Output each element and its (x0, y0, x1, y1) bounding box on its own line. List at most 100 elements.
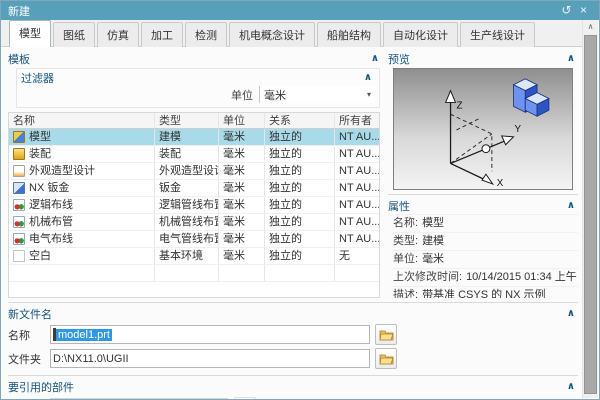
property-row: 描述: 带基准 CSYS 的 NX 示例 (393, 286, 578, 298)
templates-section-header[interactable]: 模板 ∧ (8, 50, 382, 67)
template-name-cell: 模型 (9, 129, 155, 145)
file-name-input[interactable]: model1.prt (50, 325, 370, 344)
tab[interactable]: 检测 (185, 22, 227, 47)
template-row[interactable]: 外观造型设计 外观造型设计 毫米 独立的 NT AU... (9, 163, 379, 180)
reference-part-header[interactable]: 要引用的部件 ∧ (8, 378, 578, 395)
file-name-value: model1.prt (56, 329, 112, 341)
tab[interactable]: 船舶结构 (317, 22, 381, 47)
close-icon[interactable]: × (575, 2, 592, 19)
tab[interactable]: 仿真 (97, 22, 139, 47)
filter-group: 过滤器 ∧ 单位 毫米 ▾ (16, 68, 380, 108)
template-row[interactable]: 模型 建模 毫米 独立的 NT AU... (9, 129, 379, 146)
column-header-name[interactable]: 名称 (9, 113, 155, 128)
tab-bar: 模型 图纸 仿真 加工 检测 机电概念设计 船舶结构 自动化设计 生产线设计 (1, 20, 582, 47)
tab[interactable]: 生产线设计 (460, 22, 535, 47)
template-relationship: 独立的 (265, 146, 335, 162)
template-name-cell: 电气布线 (9, 231, 155, 247)
preview-csys-graphic: Z Y X (394, 69, 572, 189)
template-relationship: 独立的 (265, 214, 335, 230)
template-owner: NT AU... (335, 231, 379, 247)
column-header-units[interactable]: 单位 (219, 113, 265, 128)
new-file-dialog: 新建 ↺ × 模型 图纸 仿真 加工 检测 机电概念设计 船舶结构 自动化设计 … (0, 0, 600, 400)
tab-label: 仿真 (107, 30, 129, 42)
property-value: 带基准 CSYS 的 NX 示例 (422, 288, 545, 298)
dialog-title: 新建 (8, 3, 558, 19)
template-row[interactable]: 机械布管 机械管线布置 毫米 独立的 NT AU... (9, 214, 379, 231)
template-units: 毫米 (219, 146, 265, 162)
property-label: 名称: (393, 216, 418, 231)
template-row[interactable]: 装配 装配 毫米 独立的 NT AU... (9, 146, 379, 163)
empty-row (9, 265, 379, 282)
template-row[interactable]: 电气布线 电气管线布置 毫米 独立的 NT AU... (9, 231, 379, 248)
property-row: 单位: 毫米 (393, 250, 578, 268)
tab[interactable]: 机电概念设计 (229, 22, 315, 47)
new-file-name-section: 新文件名 ∧ 名称 model1.prt 文件夹 D:\NX11.0\ (8, 305, 578, 371)
reference-part-section: 要引用的部件 ∧ 名称 (8, 378, 578, 399)
template-relationship: 独立的 (265, 197, 335, 213)
template-owner: NT AU... (335, 180, 379, 196)
tab[interactable]: 图纸 (53, 22, 95, 47)
axis-label-y: Y (514, 124, 521, 135)
scroll-up-icon[interactable]: ∧ (583, 20, 598, 34)
filter-title: 过滤器 (21, 70, 361, 86)
column-header-relationship[interactable]: 关系 (265, 113, 335, 128)
scrollbar-thumb[interactable] (584, 35, 597, 394)
collapse-icon[interactable]: ∧ (368, 53, 382, 64)
template-icon (13, 165, 25, 177)
tab[interactable]: 加工 (141, 22, 183, 47)
template-type: 机械管线布置 (155, 214, 219, 230)
collapse-icon[interactable]: ∧ (361, 72, 375, 83)
property-label: 描述: (393, 288, 418, 298)
property-label: 单位: (393, 252, 418, 267)
file-name-label: 名称 (8, 327, 50, 343)
browse-file-button[interactable] (375, 324, 397, 345)
template-units: 毫米 (219, 180, 265, 196)
new-file-name-header[interactable]: 新文件名 ∧ (8, 305, 578, 322)
tab-label: 生产线设计 (470, 30, 525, 42)
tab[interactable]: 自动化设计 (383, 22, 458, 47)
preview-properties-panel: 预览 ∧ (388, 50, 578, 298)
templates-section-title: 模板 (8, 51, 368, 67)
browse-folder-button[interactable] (375, 348, 397, 369)
collapse-icon[interactable]: ∧ (564, 308, 578, 319)
template-table-header[interactable]: 名称 类型 单位 关系 所有者 (9, 113, 379, 129)
template-type: 逻辑管线布置 (155, 197, 219, 213)
collapse-icon[interactable]: ∧ (564, 53, 578, 64)
template-row[interactable]: 空白 基本环境 毫米 独立的 无 (9, 248, 379, 265)
vertical-scrollbar[interactable]: ∧ (582, 20, 598, 398)
tab-label: 加工 (151, 30, 173, 42)
property-row: 名称: 模型 (393, 214, 578, 232)
collapse-icon[interactable]: ∧ (564, 381, 578, 392)
template-units: 毫米 (219, 163, 265, 179)
folder-icon (379, 329, 394, 341)
template-icon (13, 131, 25, 143)
collapse-icon[interactable]: ∧ (564, 200, 578, 211)
template-relationship: 独立的 (265, 231, 335, 247)
template-row[interactable]: NX 钣金 钣金 毫米 独立的 NT AU... (9, 180, 379, 197)
reset-icon[interactable]: ↺ (558, 2, 575, 19)
properties-section-header[interactable]: 属性 ∧ (388, 197, 578, 214)
template-owner: 无 (335, 248, 379, 264)
section-divider (388, 194, 578, 195)
units-dropdown-value: 毫米 (264, 87, 367, 103)
column-header-owner[interactable]: 所有者 (335, 113, 379, 128)
template-name-cell: 装配 (9, 146, 155, 162)
preview-section-header[interactable]: 预览 ∧ (388, 50, 578, 67)
template-row[interactable]: 逻辑布线 逻辑管线布置 毫米 独立的 NT AU... (9, 197, 379, 214)
units-label: 单位 (231, 87, 253, 103)
section-divider (8, 302, 578, 303)
folder-path-input[interactable]: D:\NX11.0\UGII (50, 349, 370, 368)
template-table-rows: 模型 建模 毫米 独立的 NT AU... 装配 装配 毫米 独立的 NT AU… (9, 129, 379, 265)
tab[interactable]: 模型 (9, 20, 51, 47)
template-owner: NT AU... (335, 129, 379, 145)
template-units: 毫米 (219, 197, 265, 213)
units-dropdown[interactable]: 毫米 ▾ (259, 86, 375, 103)
template-units: 毫米 (219, 129, 265, 145)
template-owner: NT AU... (335, 146, 379, 162)
property-row: 类型: 建模 (393, 232, 578, 250)
column-header-type[interactable]: 类型 (155, 113, 219, 128)
template-name: 逻辑布线 (29, 197, 73, 213)
tab-label: 检测 (195, 30, 217, 42)
dialog-titlebar[interactable]: 新建 ↺ × (1, 1, 599, 20)
preview-image: Z Y X (393, 68, 573, 190)
